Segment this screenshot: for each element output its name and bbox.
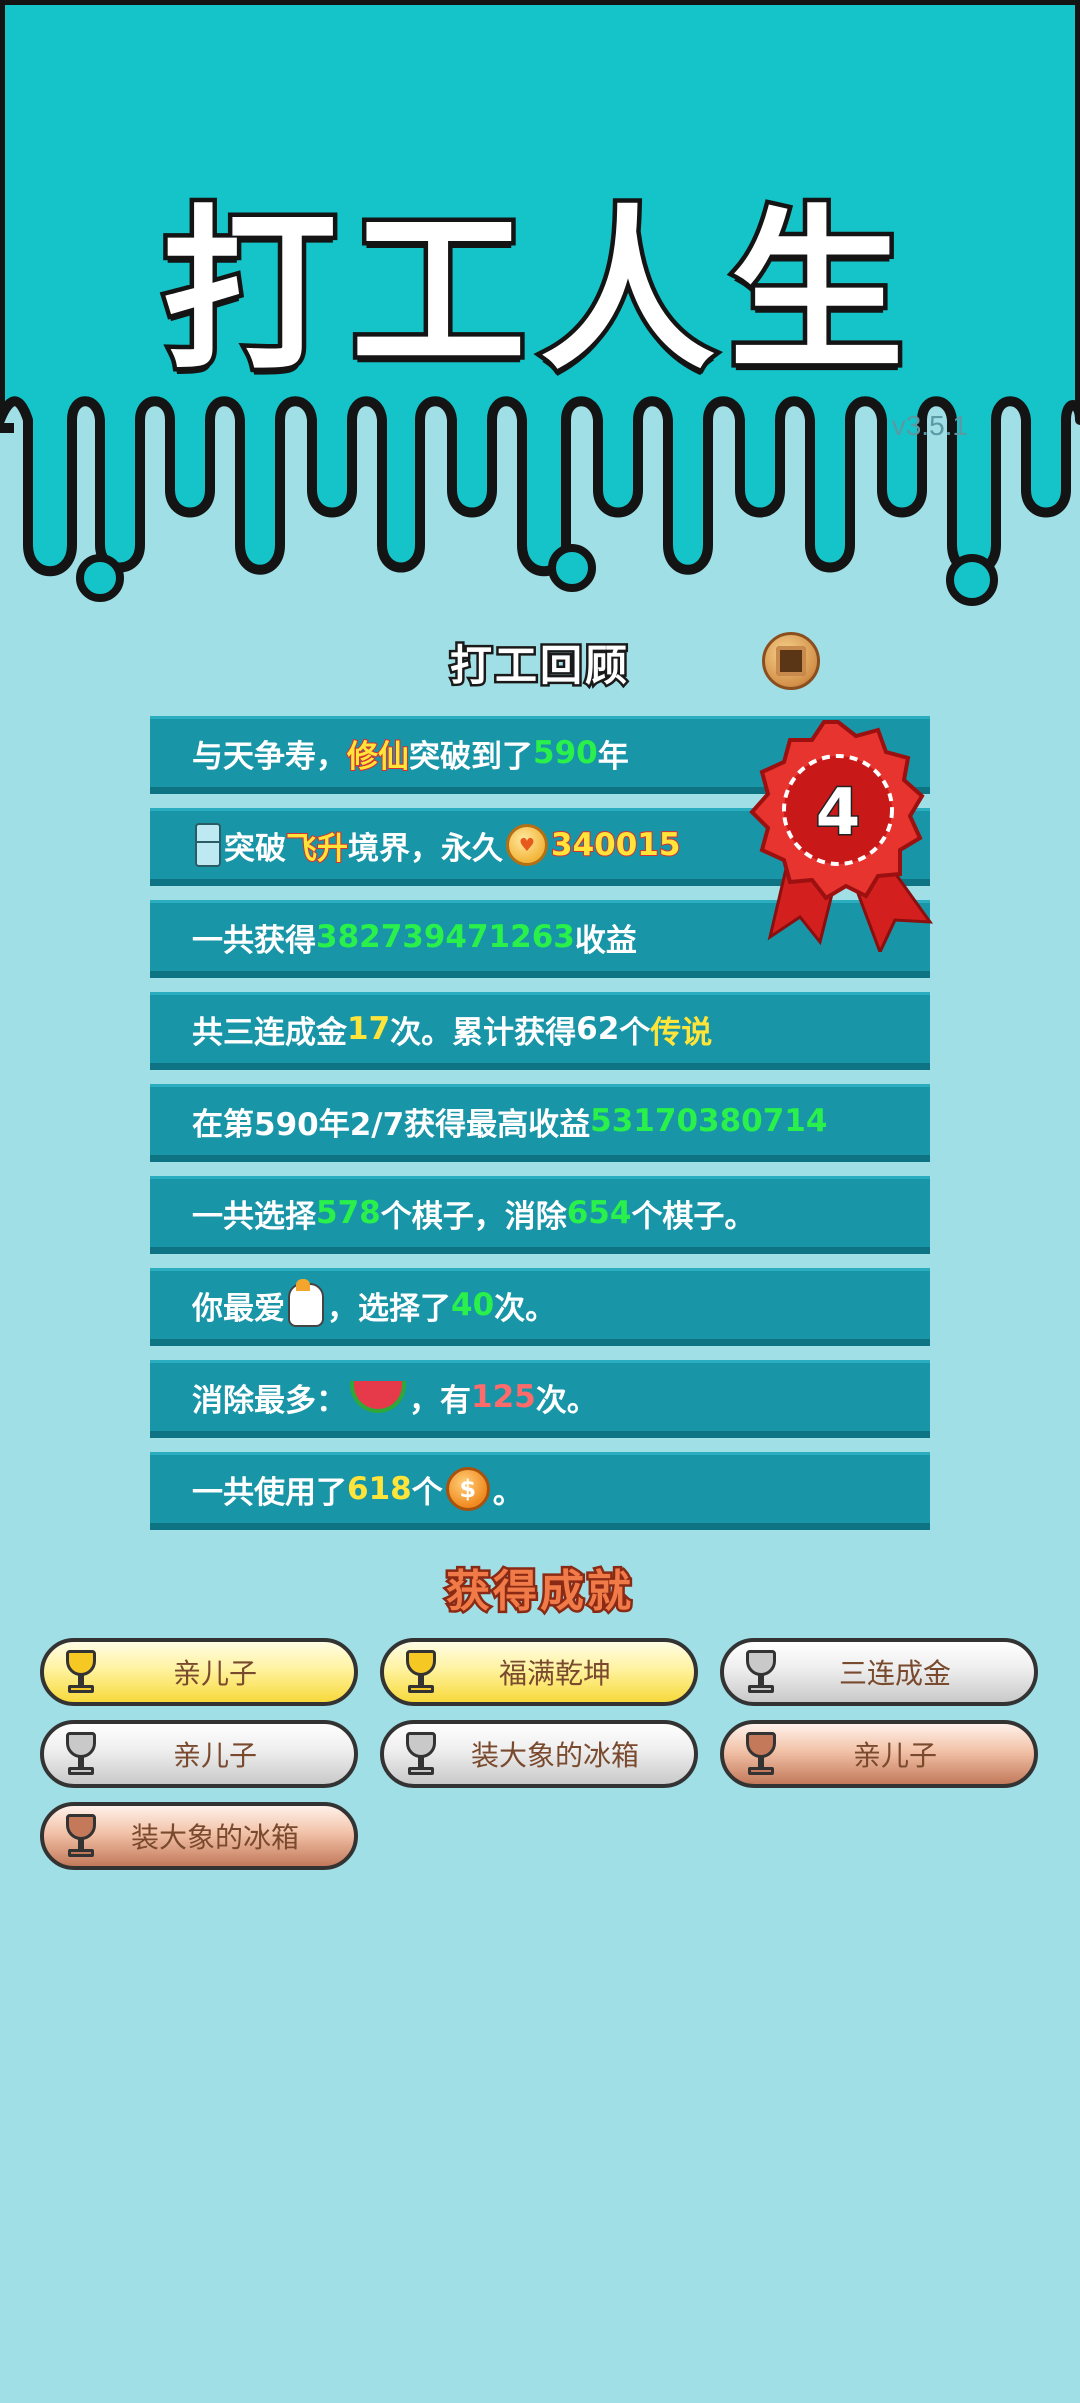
rank-number: 4: [816, 776, 861, 850]
rank-medal-icon[interactable]: [762, 632, 820, 690]
review-row-favorite: 你最爱 ，选择了 40 次。: [150, 1268, 930, 1346]
review-row-most-eliminated: 消除最多： ，有 125 次。: [150, 1360, 930, 1438]
trophy-icon: [738, 1730, 784, 1778]
review-row-coins-used: 一共使用了 618 个 $。: [150, 1452, 930, 1530]
ribbon-medal-icon: 4: [749, 720, 934, 952]
review-row-triple: 共三连成金 17 次。累计获得 62 个传说: [150, 992, 930, 1070]
review-row-max-income: 在 第590年2/7 获得最高收益 53170380714: [150, 1084, 930, 1162]
trophy-icon: [738, 1648, 784, 1696]
trophy-icon: [58, 1730, 104, 1778]
game-title: 打工人生: [158, 187, 918, 399]
achievement-badge[interactable]: 装大象的冰箱: [40, 1802, 358, 1870]
achievement-badge[interactable]: 亲儿子: [40, 1720, 358, 1788]
achievement-badge[interactable]: 福满乾坤: [380, 1638, 698, 1706]
trophy-icon: [398, 1648, 444, 1696]
achievement-badge[interactable]: 三连成金: [720, 1638, 1038, 1706]
achievement-badge[interactable]: 装大象的冰箱: [380, 1720, 698, 1788]
review-row-pieces: 一共选择 578 个棋子，消除 654 个棋子。: [150, 1176, 930, 1254]
version-label: v3.5.1: [891, 410, 968, 441]
watermelon-icon: [350, 1381, 406, 1413]
horse-icon: [288, 1279, 324, 1327]
achievement-badge[interactable]: 亲儿子: [40, 1638, 358, 1706]
trophy-icon: [58, 1648, 104, 1696]
fridge-icon: [195, 823, 221, 867]
achievements-title: 获得成就: [444, 1564, 634, 1620]
trophy-icon: [398, 1730, 444, 1778]
achievement-badge[interactable]: 亲儿子: [720, 1720, 1038, 1788]
dollar-coin-icon: $: [445, 1467, 490, 1511]
coin-icon: ♥: [506, 824, 548, 866]
trophy-icon: [58, 1812, 104, 1860]
review-title: 打工回顾: [447, 639, 630, 693]
